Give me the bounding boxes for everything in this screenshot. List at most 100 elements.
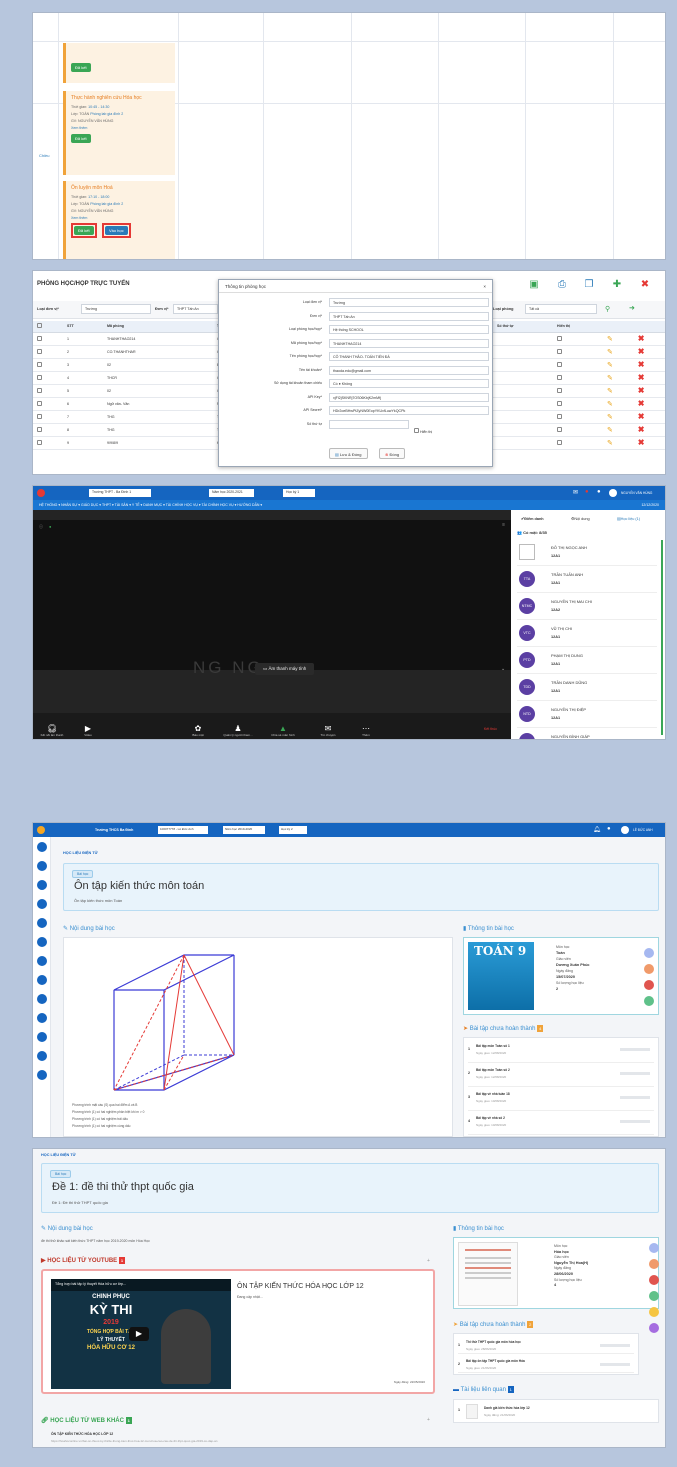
- clock-icon[interactable]: [36, 1032, 47, 1042]
- join-class-button[interactable]: Vào học: [104, 226, 128, 235]
- show-checkbox[interactable]: [557, 426, 562, 432]
- toolbar-button[interactable]: ✉ Trò chuyện: [313, 724, 343, 737]
- avatar[interactable]: [609, 489, 617, 497]
- refresh-icon[interactable]: ➜: [629, 304, 635, 312]
- student-item[interactable]: NDGNGUYỄN ĐÌNH GIÁP12A1: [517, 729, 657, 739]
- home-icon[interactable]: [36, 842, 47, 852]
- school-select[interactable]: Trường THPT - Ba Đình 1: [89, 489, 151, 497]
- file-icon[interactable]: [36, 956, 47, 966]
- video-thumbnail[interactable]: Tổng hợp bài tập lý thuyết Hóa hữu cơ lớ…: [51, 1279, 231, 1389]
- row-checkbox[interactable]: [37, 374, 42, 380]
- student-item[interactable]: NTMC NGUYỄN THỊ MAI CHI 12A2: [517, 594, 657, 620]
- student-item[interactable]: NTD NGUYỄN THỊ ĐIỆP 12A1: [517, 702, 657, 728]
- toolbar-button[interactable]: ▶ Video: [73, 724, 103, 737]
- list-icon[interactable]: [36, 1070, 47, 1080]
- mail-icon[interactable]: ✉: [573, 489, 578, 496]
- video-icon[interactable]: [36, 918, 47, 928]
- copy-icon[interactable]: ❐: [580, 277, 598, 293]
- see-more-link[interactable]: Xem thêm: [71, 126, 170, 130]
- toolbar-button[interactable]: ✿ Bảo mật: [183, 724, 213, 737]
- send-icon[interactable]: [644, 964, 654, 974]
- delete-icon[interactable]: ✖: [638, 347, 645, 356]
- field-input[interactable]: CÔ THANH THẢO- TOÁN TIẾN ĐÁ: [329, 352, 489, 361]
- menu-icon[interactable]: ≡: [502, 522, 505, 528]
- book-icon[interactable]: [36, 880, 47, 890]
- delete-icon[interactable]: ✖: [638, 399, 645, 408]
- edit-icon[interactable]: ✎: [607, 336, 613, 343]
- done-button[interactable]: Đã kết: [74, 226, 94, 235]
- field-input[interactable]: Trường: [329, 298, 489, 307]
- star-icon[interactable]: [649, 1307, 659, 1317]
- student-item[interactable]: VTC VŨ THỊ CHI 12A1: [517, 621, 657, 647]
- share-icon[interactable]: [649, 1243, 659, 1253]
- web-link[interactable]: https://hoahoconline.vn/bai-on-thuoc-ky-…: [51, 1439, 217, 1443]
- bell-icon[interactable]: 🔔︎: [593, 826, 601, 833]
- leave-button[interactable]: Kết thúc: [484, 727, 497, 731]
- delete-icon[interactable]: ✖: [638, 412, 645, 421]
- field-input[interactable]: HDr2oeBHwPtZyNW0EopYKUvfLuwYkQCPk: [329, 406, 489, 415]
- show-checkbox[interactable]: [557, 335, 562, 341]
- edit-icon[interactable]: ✎: [607, 401, 613, 408]
- select-all-checkbox[interactable]: [37, 323, 42, 329]
- delete-icon[interactable]: ✖: [636, 277, 654, 293]
- field-input[interactable]: THANHTHAO214: [329, 338, 489, 348]
- web-title[interactable]: ÔN TẬP KIẾN THỨC HÓA HỌC LỚP 12: [51, 1432, 113, 1436]
- mail-icon[interactable]: [649, 1275, 659, 1285]
- phone-icon[interactable]: [644, 996, 654, 1006]
- mail-icon[interactable]: [644, 980, 654, 990]
- delete-icon[interactable]: ✖: [638, 360, 645, 369]
- tab-content[interactable]: ⚙Nội dung: [571, 516, 590, 521]
- calendar-icon[interactable]: [36, 899, 47, 909]
- field-input[interactable]: THPT Tấn An: [329, 311, 489, 321]
- edit-icon[interactable]: ✎: [607, 349, 613, 356]
- field-input[interactable]: xjFI2jSKNRj7OS06KbjK2mMfj: [329, 392, 489, 402]
- edit-icon[interactable]: ✎: [607, 362, 613, 369]
- homework-item[interactable]: 2 Bài tập môn Toán số 2 Ngày giao: 12/08/2…: [468, 1066, 654, 1087]
- term-select[interactable]: Học kỳ 1: [283, 489, 315, 497]
- save-close-button[interactable]: ▤ Lưu & Đóng: [329, 448, 368, 459]
- tab-attendance[interactable]: ✔Điểm danh: [521, 516, 544, 521]
- row-checkbox[interactable]: [37, 439, 42, 445]
- play-icon[interactable]: ▶: [129, 1327, 149, 1341]
- info-icon[interactable]: [36, 1051, 47, 1061]
- user-name[interactable]: NGUYỄN VĂN HÙNG: [621, 491, 652, 495]
- scrollbar[interactable]: [661, 540, 663, 735]
- main-nav[interactable]: HỆ THỐNG ▾ NHÂN SỰ ▾ GIÁO DỤC ▾ THPT ▾ T…: [39, 503, 262, 507]
- info-icon[interactable]: ⓘ: [39, 524, 43, 530]
- see-more-link[interactable]: Xem thêm: [71, 216, 170, 220]
- unit-select[interactable]: THPT Tấn An: [173, 304, 218, 314]
- show-checkbox[interactable]: [557, 374, 562, 380]
- homework-item[interactable]: 3 Bài tập về nhà tuần 18 Ngày giao: 10/08/…: [468, 1090, 654, 1111]
- delete-icon[interactable]: ✖: [638, 373, 645, 382]
- toolbar-button[interactable]: 🎧︎ Kết nối âm thanh: [37, 724, 67, 737]
- delete-icon[interactable]: ✖: [638, 334, 645, 343]
- row-checkbox[interactable]: [37, 426, 42, 432]
- share-icon[interactable]: [644, 948, 654, 958]
- excel-icon[interactable]: ▣: [525, 277, 543, 293]
- homework-item[interactable]: 4 Bài tập về nhà số 2 Ngày giao: 10/08/202…: [468, 1114, 654, 1135]
- user-name[interactable]: LÊ ĐỨC ANH: [633, 828, 653, 832]
- row-checkbox[interactable]: [37, 413, 42, 419]
- field-input[interactable]: Hệ thống SCHOOL: [329, 325, 489, 334]
- field-input[interactable]: Có ● Không: [329, 379, 489, 388]
- show-checkbox[interactable]: [557, 361, 562, 367]
- edit-icon[interactable]: ✎: [607, 375, 613, 382]
- homework-item[interactable]: 1 Bài tập môn Toán số 1 Ngày giao: 12/08/2…: [468, 1042, 654, 1063]
- year-select[interactable]: Năm học 2019-2020: [223, 826, 265, 834]
- send-icon[interactable]: [649, 1259, 659, 1269]
- student-item[interactable]: ĐỖ THỊ NGỌC ANH 12A1: [517, 540, 657, 566]
- shield-icon[interactable]: ●: [49, 524, 51, 529]
- student-item[interactable]: TDD TRẦN DANH DŨNG 12A1: [517, 675, 657, 701]
- add-icon[interactable]: ✚: [608, 277, 626, 293]
- row-checkbox[interactable]: [37, 387, 42, 393]
- event-card-review[interactable]: Ôn luyện môn Hoá Thời gian: 17:10 - 18:0…: [63, 181, 175, 259]
- show-checkbox[interactable]: [557, 413, 562, 419]
- pen-icon[interactable]: [36, 994, 47, 1004]
- row-checkbox[interactable]: [37, 361, 42, 367]
- show-checkbox[interactable]: [557, 348, 562, 354]
- toolbar-button[interactable]: ▲ Chia sẻ màn hình: [268, 724, 298, 737]
- toolbar-button[interactable]: ♟ Quản lý người tham...: [223, 724, 253, 737]
- delete-icon[interactable]: ✖: [638, 438, 645, 447]
- close-button[interactable]: ⊗ Đóng: [379, 448, 406, 459]
- student-select[interactable]: 100077778 - Lê Đức Anh: [158, 826, 208, 834]
